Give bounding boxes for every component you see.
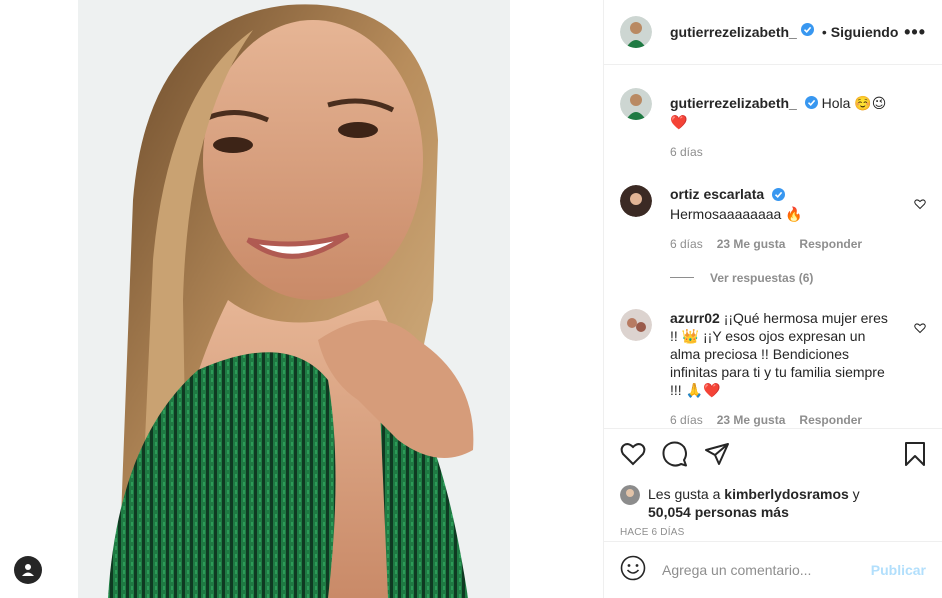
header-separator: •	[821, 24, 827, 40]
reply-button[interactable]: Responder	[799, 235, 862, 253]
like-comment-heart-icon[interactable]	[914, 197, 926, 215]
add-comment-bar: Publicar	[604, 541, 942, 598]
publish-button[interactable]: Publicar	[871, 562, 926, 578]
liker-avatar[interactable]	[620, 485, 640, 505]
post-actions: Les gusta a kimberlydosramos y 50,054 pe…	[604, 428, 942, 538]
likes-prefix: Les gusta a	[648, 486, 721, 502]
view-replies-label: Ver respuestas (6)	[710, 270, 814, 285]
likes-others[interactable]: 50,054 personas más	[648, 504, 789, 520]
comment-body: ortiz escarlata Hermosaaaaaaaa 🔥 6 días …	[670, 185, 926, 252]
commenter-username[interactable]: gutierrezelizabeth_	[670, 95, 797, 111]
commenter-avatar[interactable]	[620, 185, 652, 218]
account-icon[interactable]	[14, 556, 42, 584]
commenter-avatar[interactable]	[620, 308, 652, 341]
commenter-username[interactable]: ortiz escarlata	[670, 186, 764, 202]
reply-button[interactable]: Responder	[799, 411, 862, 427]
comment-time[interactable]: 6 días	[670, 235, 703, 253]
portrait-illustration	[78, 0, 510, 598]
action-icons	[620, 441, 926, 471]
commenter-username[interactable]: azurr02	[670, 310, 720, 326]
like-comment-heart-icon[interactable]	[914, 321, 926, 339]
emoji-smiley-icon[interactable]	[620, 555, 646, 586]
caption-comment: gutierrezelizabeth_ Hola ☺️😉❤️ 6 días	[620, 88, 926, 161]
post-media-pane	[0, 0, 603, 598]
following-button[interactable]: Siguiendo	[831, 24, 899, 40]
comment-input[interactable]	[662, 562, 871, 578]
comment-meta: 6 días 23 Me gusta Responder	[670, 235, 896, 253]
comment-item: ortiz escarlata Hermosaaaaaaaa 🔥 6 días …	[620, 185, 926, 252]
likes-and: y	[852, 486, 860, 502]
comment-likes[interactable]: 23 Me gusta	[717, 411, 786, 427]
comment-text: Hermosaaaaaaaa 🔥	[670, 205, 803, 222]
comment-body: azurr02 ¡¡Qué hermosa mujer eres !! 👑 ¡¡…	[670, 309, 926, 427]
author-username[interactable]: gutierrezelizabeth_	[670, 24, 797, 40]
more-options-icon[interactable]: •••	[904, 22, 926, 43]
commenter-avatar[interactable]	[620, 88, 652, 120]
post-time-ago[interactable]: HACE 6 DÍAS	[620, 527, 926, 538]
view-replies-button[interactable]: Ver respuestas (6)	[670, 271, 926, 285]
comment-time[interactable]: 6 días	[670, 411, 703, 427]
liker-username[interactable]: kimberlydosramos	[724, 486, 849, 502]
save-bookmark-icon[interactable]	[904, 441, 926, 472]
verified-badge-icon	[804, 95, 818, 113]
replies-divider	[670, 277, 694, 279]
share-paper-plane-icon[interactable]	[704, 442, 730, 471]
comment-meta: 6 días 23 Me gusta Responder	[670, 411, 896, 427]
verified-badge-icon	[772, 187, 786, 205]
post-header: gutierrezelizabeth_ • Siguiendo •••	[604, 0, 942, 65]
post-photo[interactable]	[78, 0, 510, 598]
like-heart-icon[interactable]	[620, 442, 646, 471]
comment-meta: 6 días	[670, 143, 896, 161]
author-avatar[interactable]	[620, 16, 652, 48]
verified-badge-icon	[800, 23, 814, 41]
likes-summary: Les gusta a kimberlydosramos y 50,054 pe…	[620, 485, 926, 521]
comments-list[interactable]: gutierrezelizabeth_ Hola ☺️😉❤️ 6 días or…	[604, 65, 942, 427]
post-sidebar: gutierrezelizabeth_ • Siguiendo ••• guti…	[603, 0, 942, 598]
comment-time[interactable]: 6 días	[670, 143, 703, 161]
comment-body: gutierrezelizabeth_ Hola ☺️😉❤️ 6 días	[670, 88, 926, 161]
comment-likes[interactable]: 23 Me gusta	[717, 235, 786, 253]
comment-bubble-icon[interactable]	[662, 441, 688, 472]
comment-item: azurr02 ¡¡Qué hermosa mujer eres !! 👑 ¡¡…	[620, 308, 926, 427]
